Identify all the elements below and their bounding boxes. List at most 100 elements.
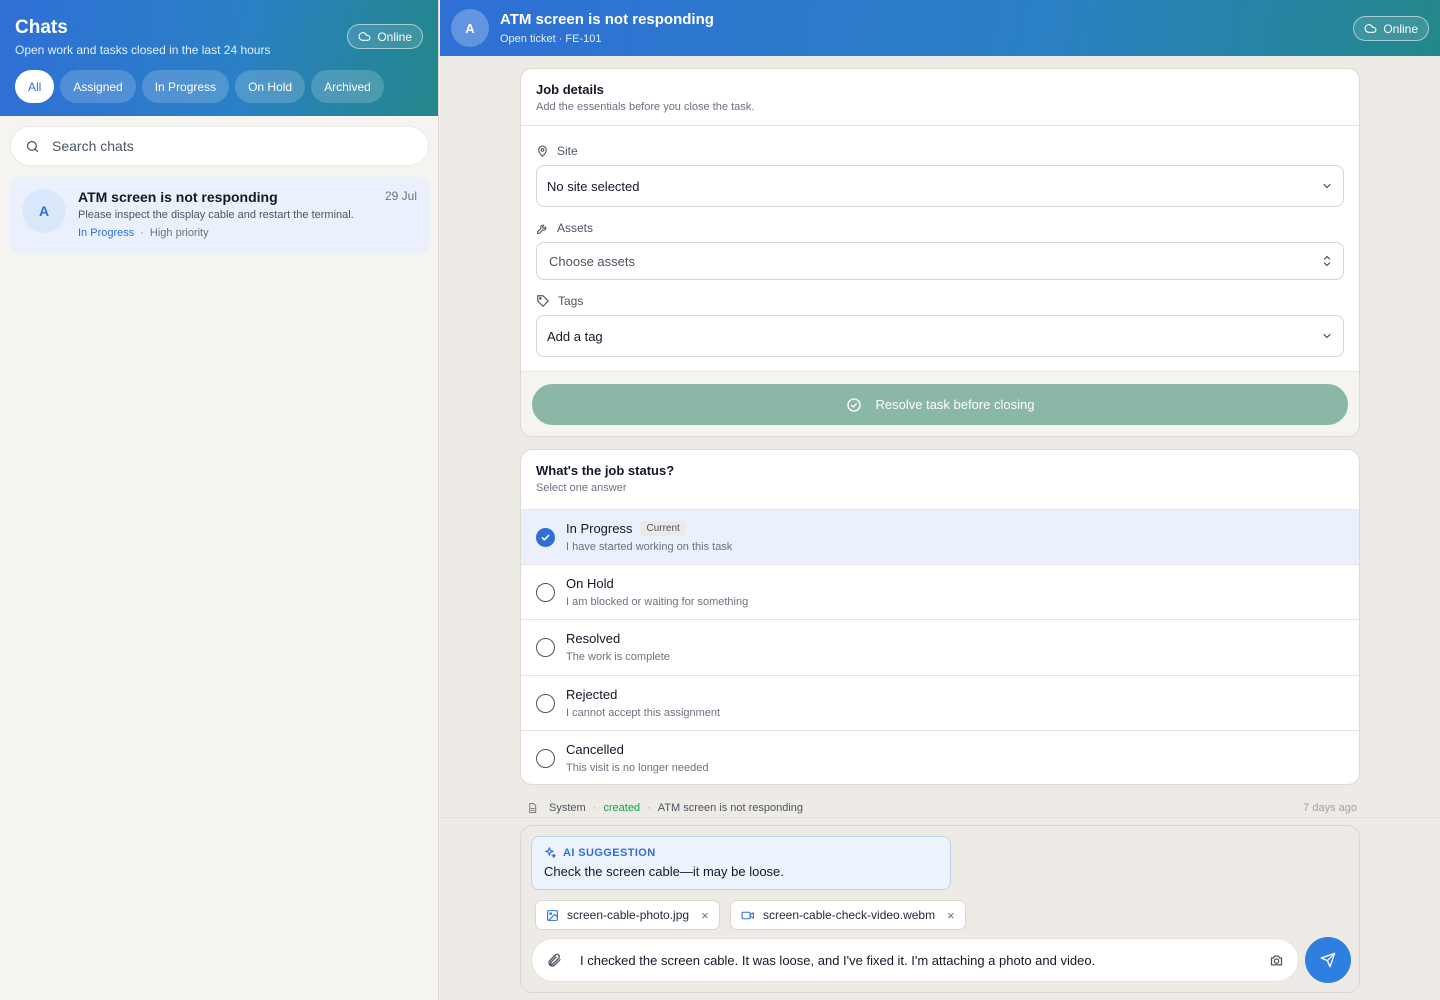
document-icon <box>527 802 538 814</box>
status-option-on-hold[interactable]: On Hold I am blocked or waiting for some… <box>521 564 1359 619</box>
wrench-icon <box>536 222 549 235</box>
image-icon <box>546 909 559 922</box>
chat-preview: Please inspect the display cable and res… <box>78 209 354 221</box>
chat-status: In Progress <box>78 227 135 239</box>
option-title: Resolved <box>566 631 621 646</box>
status-option-in-progress[interactable]: In Progress Current I have started worki… <box>521 509 1359 564</box>
resolve-task-button[interactable]: Resolve task before closing <box>532 384 1348 425</box>
filter-assigned[interactable]: Assigned <box>60 70 136 103</box>
option-description: I have started working on this task <box>566 541 733 553</box>
job-status-subtitle: Select one answer <box>536 482 627 494</box>
option-title: Cancelled <box>566 742 624 757</box>
conversation-panel: A ATM screen is not responding Open tick… <box>440 0 1440 1000</box>
attachment-name: screen-cable-photo.jpg <box>567 908 690 922</box>
filter-on-hold[interactable]: On Hold <box>235 70 306 103</box>
assets-label: Assets <box>557 221 594 235</box>
conversation-subtitle: Open ticket · FE-101 <box>500 33 602 45</box>
event-action: created <box>603 802 641 814</box>
online-label: Online <box>1383 21 1418 36</box>
send-icon <box>1320 952 1336 968</box>
filter-tabs: All Assigned In Progress On Hold Archive… <box>15 70 384 103</box>
event-subject: ATM screen is not responding <box>657 802 804 814</box>
assets-placeholder: Choose assets <box>549 253 635 269</box>
attachment-chip[interactable]: screen-cable-photo.jpg × <box>535 900 720 930</box>
avatar: A <box>22 189 66 233</box>
attachment-name: screen-cable-check-video.webm <box>763 908 936 922</box>
sparkles-icon <box>544 846 557 859</box>
status-option-rejected[interactable]: Rejected I cannot accept this assignment <box>521 675 1359 730</box>
status-option-cancelled[interactable]: Cancelled This visit is no longer needed <box>521 730 1359 784</box>
send-button[interactable] <box>1305 937 1351 983</box>
online-status-button[interactable]: Online <box>1353 16 1429 41</box>
chevron-down-icon <box>1321 330 1333 342</box>
conversation-header: A ATM screen is not responding Open tick… <box>440 0 1440 56</box>
check-circle-icon <box>846 397 862 413</box>
online-label: Online <box>377 29 412 44</box>
option-description: This visit is no longer needed <box>566 762 709 774</box>
chevron-up-down-icon <box>1321 254 1333 268</box>
option-title: On Hold <box>566 576 614 591</box>
resolve-task-label: Resolve task before closing <box>875 397 1035 412</box>
composer-divider <box>440 817 1440 818</box>
chat-sidebar: Chats Open work and tasks closed in the … <box>0 0 439 1000</box>
cloud-icon <box>1364 22 1377 35</box>
radio-checked-icon <box>536 528 555 547</box>
message-field <box>531 938 1299 982</box>
ai-suggestion-label: AI SUGGESTION <box>563 846 656 859</box>
job-details-footer: Resolve task before closing <box>521 371 1359 436</box>
tags-select[interactable]: Add a tag <box>536 315 1344 357</box>
option-description: I am blocked or waiting for something <box>566 596 749 608</box>
job-details-title: Job details <box>536 82 604 97</box>
chat-date: 29 Jul <box>384 189 417 203</box>
site-field: Site No site selected <box>536 143 1344 207</box>
search-icon <box>25 139 40 154</box>
ai-suggestion-text: Check the screen cable—it may be loose. <box>544 864 784 879</box>
map-pin-icon <box>536 145 549 158</box>
job-status-card: What's the job status? Select one answer… <box>520 449 1360 785</box>
option-title: In Progress <box>566 521 633 536</box>
filter-archived[interactable]: Archived <box>311 70 384 103</box>
radio-icon <box>536 638 555 657</box>
chat-list-item[interactable]: A ATM screen is not responding 29 Jul Pl… <box>10 177 429 253</box>
current-badge: Current <box>640 521 686 536</box>
radio-icon <box>536 583 555 602</box>
radio-icon <box>536 749 555 768</box>
video-icon <box>741 909 755 922</box>
radio-icon <box>536 694 555 713</box>
paperclip-icon[interactable] <box>546 952 562 968</box>
cloud-icon <box>358 30 371 43</box>
event-separator: · <box>592 802 597 814</box>
message-input[interactable] <box>580 952 1269 968</box>
chat-title: ATM screen is not responding <box>78 189 278 205</box>
assets-field: Assets Choose assets <box>536 220 1344 280</box>
site-value: No site selected <box>547 178 640 194</box>
filter-in-progress[interactable]: In Progress <box>141 70 230 103</box>
event-actor: System <box>549 802 586 814</box>
remove-attachment-button[interactable]: × <box>947 908 955 923</box>
event-separator: · <box>647 802 651 814</box>
option-description: The work is complete <box>566 651 670 663</box>
option-description: I cannot accept this assignment <box>566 707 721 719</box>
ai-suggestion[interactable]: AI SUGGESTION Check the screen cable—it … <box>531 836 951 890</box>
tag-icon <box>536 294 550 308</box>
search-bar <box>10 126 429 166</box>
tags-value: Add a tag <box>547 328 603 344</box>
camera-icon[interactable] <box>1269 953 1284 968</box>
tags-field: Tags Add a tag <box>536 293 1344 357</box>
filter-all[interactable]: All <box>15 70 55 103</box>
chat-priority: High priority <box>149 227 209 239</box>
sidebar-header: Chats Open work and tasks closed in the … <box>0 0 438 116</box>
attachment-chip[interactable]: screen-cable-check-video.webm × <box>730 900 966 930</box>
remove-attachment-button[interactable]: × <box>701 908 709 923</box>
search-input[interactable] <box>52 138 414 154</box>
event-time: 7 days ago <box>1303 802 1357 814</box>
site-select[interactable]: No site selected <box>536 165 1344 207</box>
avatar: A <box>451 9 489 47</box>
job-details-card: Job details Add the essentials before yo… <box>520 68 1360 437</box>
online-status-button[interactable]: Online <box>347 24 423 49</box>
assets-select[interactable]: Choose assets <box>536 242 1344 280</box>
meta-separator: · <box>140 227 144 239</box>
status-option-resolved[interactable]: Resolved The work is complete <box>521 619 1359 674</box>
site-label: Site <box>557 144 578 158</box>
system-event: System · created · ATM screen is not res… <box>527 800 1357 816</box>
